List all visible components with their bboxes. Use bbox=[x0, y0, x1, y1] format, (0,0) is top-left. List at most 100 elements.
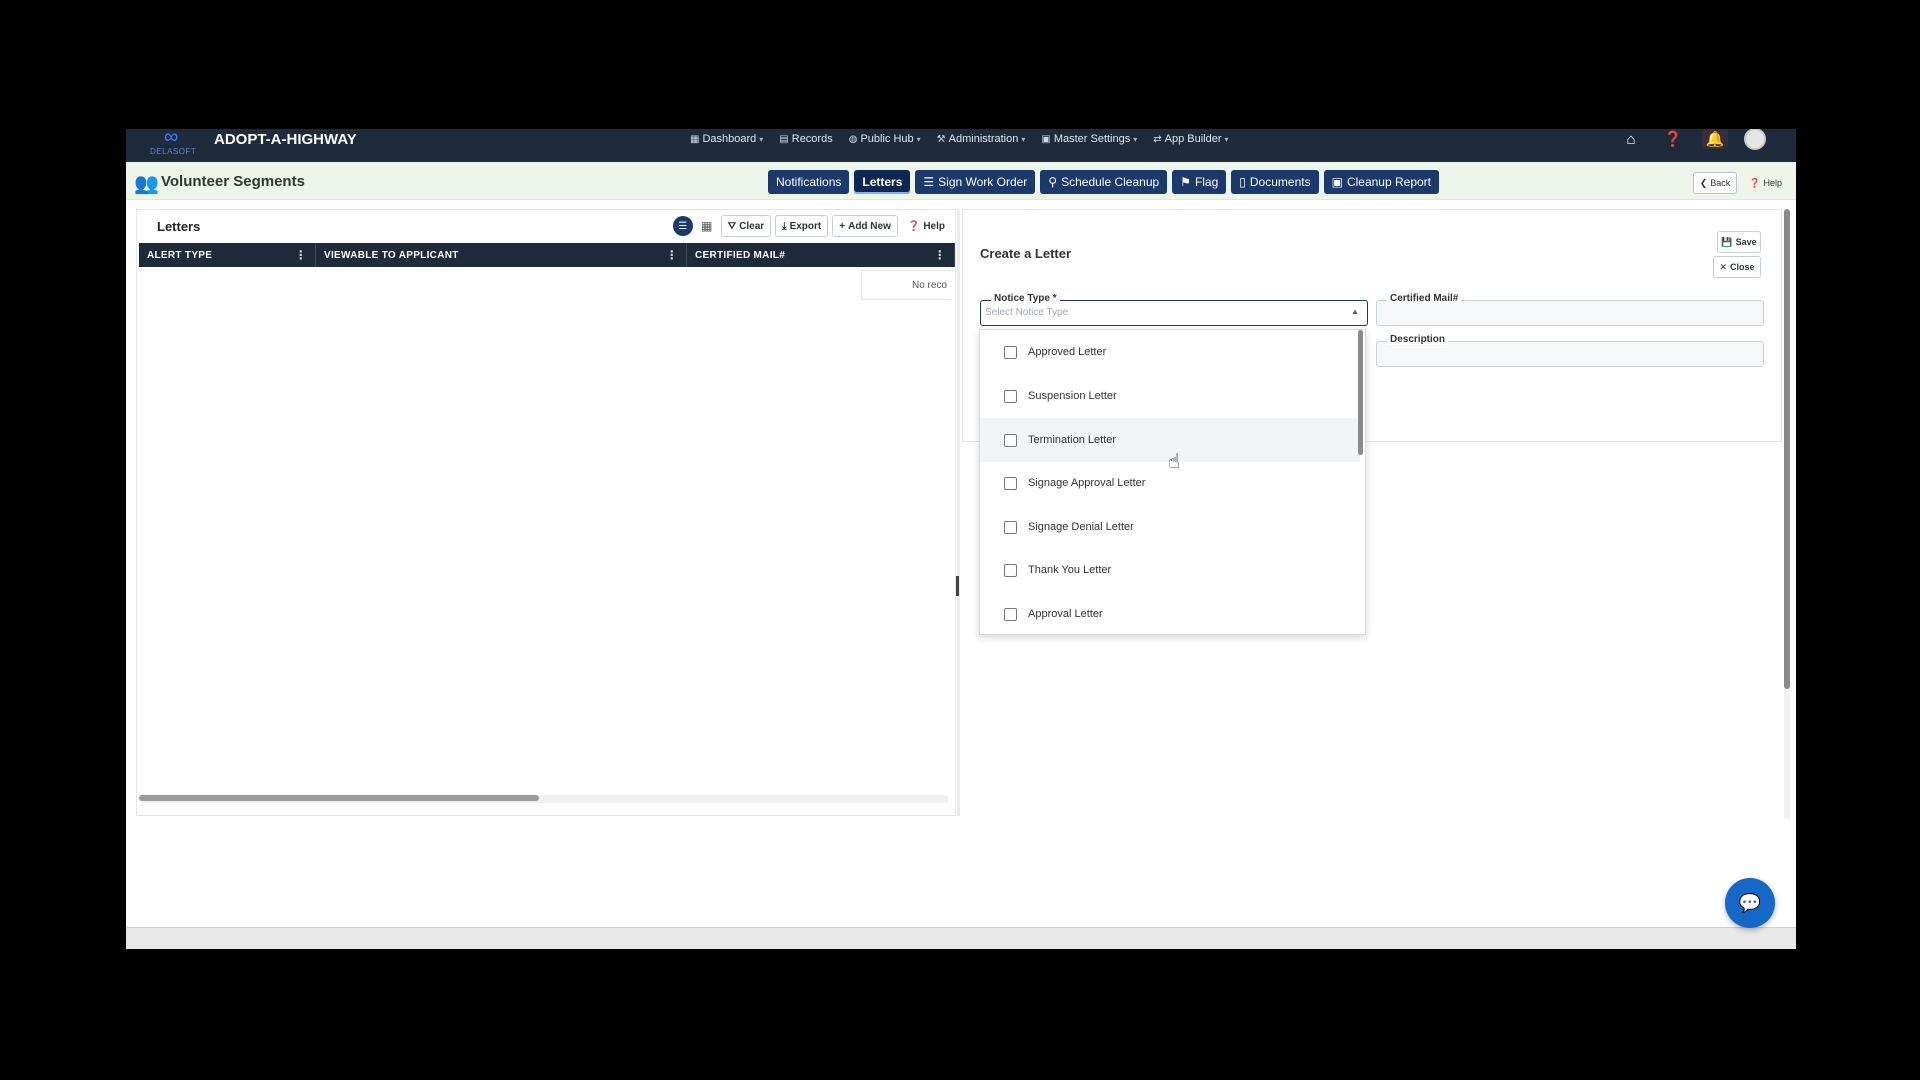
dropdown-scrollbar[interactable] bbox=[1358, 330, 1363, 455]
clear-label: Clear bbox=[739, 220, 765, 232]
tab-notifications[interactable]: Notifications bbox=[768, 170, 850, 194]
scrollbar-thumb[interactable] bbox=[139, 795, 539, 801]
hand-cursor-icon: ☝ bbox=[1168, 451, 1181, 473]
grid-header: ALERT TYPE ⋮ VIEWABLE TO APPLICANT ⋮ CERTI… bbox=[139, 243, 955, 267]
letters-panel: Letters ☰ ▦ ⛛ Clear ⤓ Export + Add New ❓ Hel… bbox=[136, 209, 956, 816]
app-footer bbox=[126, 927, 1796, 949]
avatar[interactable] bbox=[1744, 129, 1766, 150]
help-circle-icon[interactable]: ❓ bbox=[1660, 129, 1686, 149]
notice-type-label: Notice Type * bbox=[991, 293, 1060, 304]
checkbox[interactable] bbox=[1004, 433, 1017, 447]
top-navbar: ∞ DELASOFT ADOPT-A-HIGHWAY ▦ Dashboard ▾ ▤… bbox=[126, 129, 1796, 162]
nav-label: Public Hub bbox=[860, 133, 914, 145]
tab-schedule-cleanup[interactable]: ⚲ Schedule Cleanup bbox=[1040, 170, 1168, 194]
no-records-message: No reco bbox=[861, 270, 951, 300]
tab-label: Schedule Cleanup bbox=[1061, 175, 1160, 189]
grid-help-button[interactable]: ❓ Help bbox=[901, 215, 951, 237]
description-label: Description bbox=[1387, 334, 1449, 345]
help-label: Help bbox=[923, 220, 945, 232]
letters-toolbar: ☰ ▦ ⛛ Clear ⤓ Export + Add New ❓ Help bbox=[672, 215, 951, 237]
help-circle-icon: ❓ bbox=[1749, 177, 1761, 188]
logo[interactable]: ∞ DELASOFT bbox=[150, 129, 200, 162]
globe-icon: ◍ bbox=[848, 133, 858, 145]
chevron-down-icon: ▾ bbox=[759, 134, 764, 144]
option-thank-you-letter[interactable]: Thank You Letter bbox=[980, 548, 1360, 592]
nav-dashboard[interactable]: ▦ Dashboard ▾ bbox=[682, 129, 771, 149]
notice-type-placeholder: Select Notice Type bbox=[985, 307, 1069, 318]
option-approved-letter[interactable]: Approved Letter bbox=[980, 330, 1360, 374]
plus-icon: + bbox=[839, 220, 846, 232]
certified-mail-label: Certified Mail# bbox=[1387, 293, 1462, 304]
certified-mail-field[interactable]: Certified Mail# bbox=[1376, 293, 1764, 326]
nav-master-settings[interactable]: ▣ Master Settings ▾ bbox=[1033, 129, 1145, 149]
resize-handle[interactable] bbox=[956, 576, 959, 596]
option-label: Termination Letter bbox=[1028, 434, 1117, 446]
chat-button[interactable]: 💬 bbox=[1725, 878, 1775, 928]
notice-type-dropdown: Approved Letter Suspension Letter Termin… bbox=[979, 329, 1366, 635]
tab-bar: Notifications Letters ☰ Sign Work Order ⚲… bbox=[768, 170, 1439, 194]
nav-administration[interactable]: ⚒ Administration ▾ bbox=[929, 129, 1034, 149]
notice-type-select[interactable]: Notice Type * Select Notice Type ▲ bbox=[980, 293, 1368, 326]
settings-icon: ▣ bbox=[1041, 133, 1051, 145]
tab-label: Cleanup Report bbox=[1346, 175, 1431, 189]
option-suspension-letter[interactable]: Suspension Letter bbox=[980, 374, 1360, 418]
app-window: ∞ DELASOFT ADOPT-A-HIGHWAY ▦ Dashboard ▾ ▤… bbox=[126, 129, 1796, 949]
tab-letters[interactable]: Letters bbox=[854, 170, 911, 194]
home-icon[interactable]: ⌂ bbox=[1618, 129, 1644, 149]
option-signage-denial-letter[interactable]: Signage Denial Letter bbox=[980, 505, 1360, 549]
dashboard-icon: ▦ bbox=[690, 133, 700, 145]
horizontal-scrollbar[interactable] bbox=[139, 795, 949, 803]
column-header-certified-mail[interactable]: CERTIFIED MAIL# ⋮ bbox=[687, 243, 955, 267]
column-menu-icon[interactable]: ⋮ bbox=[295, 248, 307, 262]
option-approval-letter[interactable]: Approval Letter bbox=[980, 592, 1360, 634]
tab-flag[interactable]: ⚑ Flag bbox=[1172, 170, 1227, 194]
back-button[interactable]: ❮ Back bbox=[1692, 172, 1738, 194]
tab-cleanup-report[interactable]: ▣ Cleanup Report bbox=[1323, 170, 1439, 194]
add-new-button[interactable]: + Add New bbox=[832, 215, 898, 237]
person-icon: ⚲ bbox=[1048, 175, 1058, 189]
chevron-down-icon: ▾ bbox=[1133, 134, 1138, 144]
nav-public-hub[interactable]: ◍ Public Hub ▾ bbox=[841, 129, 929, 149]
close-icon: ✕ bbox=[1719, 261, 1728, 272]
volunteers-icon: 👥 bbox=[134, 173, 159, 195]
logo-text: DELASOFT bbox=[150, 147, 197, 156]
checkbox[interactable] bbox=[1004, 520, 1017, 534]
description-field[interactable]: Description bbox=[1376, 334, 1764, 367]
help-button[interactable]: ❓ Help bbox=[1743, 172, 1788, 194]
flag-icon: ⚑ bbox=[1180, 175, 1191, 189]
tab-label: Documents bbox=[1249, 175, 1311, 189]
create-letter-title: Create a Letter bbox=[980, 246, 1072, 261]
column-menu-icon[interactable]: ⋮ bbox=[934, 248, 946, 262]
checkbox[interactable] bbox=[1004, 607, 1017, 621]
column-label: ALERT TYPE bbox=[147, 249, 213, 261]
checkbox[interactable] bbox=[1004, 345, 1017, 359]
column-menu-icon[interactable]: ⋮ bbox=[666, 248, 678, 262]
checkbox[interactable] bbox=[1004, 563, 1017, 577]
header-buttons: ❮ Back ❓ Help bbox=[1692, 172, 1788, 194]
admin-icon: ⚒ bbox=[936, 133, 946, 145]
export-button[interactable]: ⤓ Export bbox=[775, 215, 829, 237]
nav-app-builder[interactable]: ⇄ App Builder ▾ bbox=[1145, 129, 1236, 149]
close-button[interactable]: ✕ Close bbox=[1713, 256, 1761, 278]
panel-divider bbox=[957, 209, 960, 816]
tab-sign-work-order[interactable]: ☰ Sign Work Order bbox=[915, 170, 1036, 194]
save-button[interactable]: 💾 Save bbox=[1717, 231, 1761, 253]
nav-records[interactable]: ▤ Records bbox=[771, 129, 840, 149]
chat-icon: 💬 bbox=[1738, 892, 1762, 913]
checkbox[interactable] bbox=[1004, 389, 1017, 403]
clear-filter-button[interactable]: ⛛ Clear bbox=[720, 215, 772, 237]
scrollbar-thumb[interactable] bbox=[1784, 209, 1790, 689]
bell-icon[interactable]: 🔔 bbox=[1702, 129, 1728, 149]
top-icons: ⌂ ❓ 🔔 bbox=[1618, 129, 1766, 150]
column-header-viewable[interactable]: VIEWABLE TO APPLICANT ⋮ bbox=[316, 243, 687, 267]
list-view-icon[interactable]: ☰ bbox=[672, 216, 693, 236]
nav-label: Administration bbox=[948, 133, 1019, 145]
tab-documents[interactable]: ▯ Documents bbox=[1231, 170, 1319, 194]
close-label: Close bbox=[1730, 262, 1755, 272]
page-vertical-scrollbar[interactable] bbox=[1784, 209, 1790, 819]
checkbox[interactable] bbox=[1004, 476, 1017, 490]
column-header-alert-type[interactable]: ALERT TYPE ⋮ bbox=[139, 243, 316, 267]
back-label: Back bbox=[1710, 178, 1731, 188]
app-title: ADOPT-A-HIGHWAY bbox=[214, 131, 357, 148]
grid-view-icon[interactable]: ▦ bbox=[697, 216, 717, 236]
